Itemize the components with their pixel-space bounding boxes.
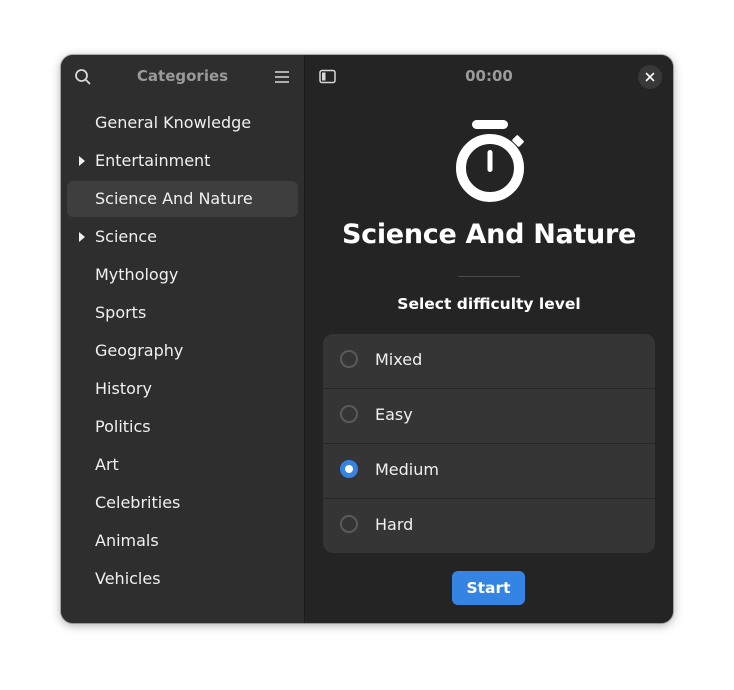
radio-button-checked[interactable] (340, 460, 358, 478)
hamburger-menu-icon (275, 71, 289, 83)
category-item-politics[interactable]: Politics (67, 409, 298, 445)
main-menu-button[interactable] (272, 67, 292, 87)
expand-arrow-icon[interactable] (79, 232, 85, 242)
radio-button[interactable] (340, 515, 358, 533)
category-list: General Knowledge Entertainment Science … (67, 105, 298, 599)
category-label: Geography (95, 341, 184, 360)
option-label: Easy (375, 405, 413, 424)
category-label: Sports (95, 303, 147, 322)
category-label: History (95, 379, 152, 398)
difficulty-option-easy[interactable]: Easy (323, 389, 655, 444)
category-label: Animals (95, 531, 159, 550)
option-label: Medium (375, 460, 439, 479)
difficulty-option-medium[interactable]: Medium (323, 444, 655, 499)
title-divider (458, 276, 520, 277)
sidebar: Categories General Knowledge Entertainme… (61, 55, 305, 623)
difficulty-options: Mixed Easy Medium Hard (323, 334, 655, 553)
start-button[interactable]: Start (452, 571, 525, 605)
category-item-entertainment[interactable]: Entertainment (67, 143, 298, 179)
radio-button[interactable] (340, 405, 358, 423)
category-item-history[interactable]: History (67, 371, 298, 407)
main-header: 00:00 (305, 55, 673, 99)
difficulty-option-hard[interactable]: Hard (323, 499, 655, 553)
category-label: General Knowledge (95, 113, 252, 132)
app-window: Categories General Knowledge Entertainme… (61, 55, 673, 623)
category-label: Art (95, 455, 119, 474)
category-item-general-knowledge[interactable]: General Knowledge (67, 105, 298, 141)
difficulty-heading: Select difficulty level (397, 295, 581, 313)
category-label: Politics (95, 417, 151, 436)
category-label: Entertainment (95, 151, 211, 170)
category-label: Science And Nature (95, 189, 253, 208)
quiz-timer: 00:00 (465, 67, 513, 85)
category-item-vehicles[interactable]: Vehicles (67, 561, 298, 597)
category-item-mythology[interactable]: Mythology (67, 257, 298, 293)
difficulty-option-mixed[interactable]: Mixed (323, 334, 655, 389)
sidebar-header: Categories (61, 55, 304, 99)
stopwatch-icon (456, 120, 524, 202)
category-label: Vehicles (95, 569, 161, 588)
main-content: 00:00 Science And Nature Select difficul… (305, 55, 673, 623)
expand-arrow-icon[interactable] (79, 156, 85, 166)
category-item-geography[interactable]: Geography (67, 333, 298, 369)
category-item-sports[interactable]: Sports (67, 295, 298, 331)
category-item-science-and-nature[interactable]: Science And Nature (67, 181, 298, 217)
category-label: Science (95, 227, 158, 246)
sidebar-title: Categories (136, 67, 229, 85)
quiz-title: Science And Nature (342, 219, 636, 250)
category-label: Mythology (95, 265, 179, 284)
radio-button[interactable] (340, 350, 358, 368)
category-item-science[interactable]: Science (67, 219, 298, 255)
option-label: Mixed (375, 350, 423, 369)
category-label: Celebrities (95, 493, 181, 512)
category-item-celebrities[interactable]: Celebrities (67, 485, 298, 521)
close-button[interactable] (638, 65, 662, 89)
category-item-art[interactable]: Art (67, 447, 298, 483)
option-label: Hard (375, 515, 414, 534)
close-icon (645, 72, 655, 82)
category-item-animals[interactable]: Animals (67, 523, 298, 559)
